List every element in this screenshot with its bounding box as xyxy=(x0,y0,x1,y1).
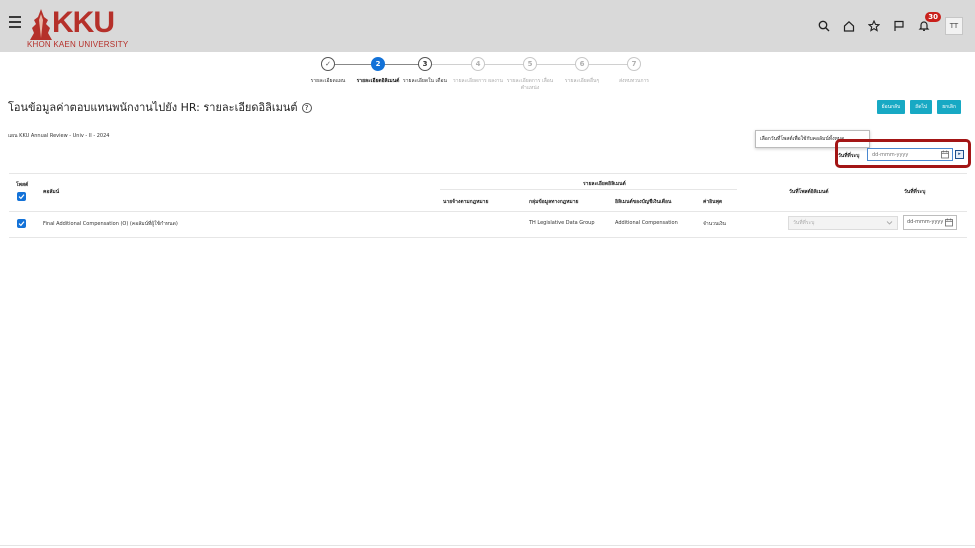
step-3-number: 3 xyxy=(418,57,432,71)
plan-info: แผน KKU Annual Review - Univ - II - 2024 xyxy=(8,132,109,140)
step-7-label: ส่งทบทวนการ xyxy=(618,78,649,84)
step-7[interactable]: 7 ส่งทบทวนการ xyxy=(604,57,664,85)
page-title: โอนข้อมูลค่าตอบแทนพนักงานไปยัง HR: รายละ… xyxy=(8,98,312,116)
logo-text: KKU xyxy=(52,6,115,39)
step-1-check-icon: ✓ xyxy=(321,57,335,71)
row-element: Additional Compensation xyxy=(615,220,678,226)
step-4-number: 4 xyxy=(471,57,485,71)
row-column-name: Final Additional Compensation (O) (คอลัม… xyxy=(43,221,178,227)
row-data-group: TH Legislative Data Group xyxy=(529,220,595,226)
step-2-number: 2 xyxy=(371,57,385,71)
plan-prefix: แผน xyxy=(8,133,18,139)
row-post-date-select[interactable]: วันที่ที่ระบุ xyxy=(788,216,898,230)
step-6[interactable]: 6 รายละเอียดอื่นๆ xyxy=(552,57,612,85)
step-5-label: รายละเอียดการ เลื่อนตำแหน่ง xyxy=(506,78,554,91)
step-6-label: รายละเอียดอื่นๆ xyxy=(564,78,600,84)
header-sub-divider xyxy=(440,189,737,190)
top-bar: KKU KHON KAEN UNIVERSITY 30 TT xyxy=(0,0,975,52)
header-element-post-date: วันที่โพสต์อิลิเมนต์ xyxy=(789,189,829,195)
chevron-down-icon xyxy=(886,221,893,225)
home-icon[interactable] xyxy=(838,15,860,37)
header-element: อิลิเมนต์ของบัญชีเงินเดือน xyxy=(615,199,672,205)
next-button[interactable]: ถัดไป xyxy=(910,100,933,114)
cancel-button[interactable]: ยกเลิก xyxy=(937,100,961,114)
footer-divider xyxy=(0,545,975,546)
header-employer: นายจ้างตามกฎหมาย xyxy=(443,199,489,205)
calendar-icon[interactable] xyxy=(941,150,950,159)
row-input-value: จำนวนเงิน xyxy=(703,221,726,227)
header-data-group: กลุ่มข้อมูลทางกฎหมาย xyxy=(529,199,579,205)
logo-subtitle: KHON KAEN UNIVERSITY xyxy=(27,40,129,49)
page-title-text: โอนข้อมูลค่าตอบแทนพนักงานไปยัง HR: รายละ… xyxy=(8,101,298,114)
step-6-number: 6 xyxy=(575,57,589,71)
header-post: โพสต์ xyxy=(16,182,29,188)
menu-icon[interactable] xyxy=(9,16,21,28)
header-element-details: รายละเอียดอิลิเมนต์ xyxy=(583,181,626,187)
kku-emblem-icon xyxy=(30,9,52,40)
notification-badge: 30 xyxy=(925,12,941,22)
kku-logo[interactable]: KKU KHON KAEN UNIVERSITY xyxy=(27,6,129,49)
header-specified-date: วันที่ที่ระบุ xyxy=(904,189,926,195)
header-actions: 30 TT xyxy=(810,12,963,37)
flag-icon[interactable] xyxy=(888,15,910,37)
step-4-label: รายละเอียดการ ผลงาน xyxy=(453,78,503,84)
progress-stepper: ✓ รายละเอียดแผน 2 รายละเอียดอิลิเมนต์ 3 … xyxy=(298,57,668,99)
search-icon[interactable] xyxy=(813,15,835,37)
row-divider xyxy=(9,237,967,238)
step-3[interactable]: 3 รายละเอียดใน เดือน xyxy=(396,57,454,85)
header-bottom-divider xyxy=(9,211,967,212)
navigation-buttons: ย้อนกลับ ถัดไป ยกเลิก xyxy=(872,100,961,114)
row-calendar-icon[interactable] xyxy=(945,218,954,227)
help-icon[interactable]: ? xyxy=(301,103,312,113)
specified-date-label: วันที่ที่ระบุ xyxy=(838,153,860,159)
step-4[interactable]: 4 รายละเอียดการ ผลงาน xyxy=(448,57,508,85)
star-icon[interactable] xyxy=(863,15,885,37)
header-column: คอลัมน์ xyxy=(43,189,60,195)
back-button[interactable]: ย้อนกลับ xyxy=(876,100,906,114)
notifications-bell-icon[interactable]: 30 xyxy=(913,12,941,37)
step-5[interactable]: 5 รายละเอียดการ เลื่อนตำแหน่ง xyxy=(500,57,560,92)
step-5-number: 5 xyxy=(523,57,537,71)
user-avatar[interactable]: TT xyxy=(945,17,963,35)
header-input-value: ค่าอินพุต xyxy=(703,199,723,205)
select-all-checkbox[interactable] xyxy=(17,192,26,201)
row-post-date-select-value: วันที่ที่ระบุ xyxy=(793,220,815,226)
apply-date-button[interactable]: ▸ xyxy=(955,150,964,159)
step-7-number: 7 xyxy=(627,57,641,71)
plan-name: KKU Annual Review - Univ - II - 2024 xyxy=(19,133,110,139)
row-post-checkbox[interactable] xyxy=(17,219,26,228)
table-divider xyxy=(9,173,967,174)
step-3-label: รายละเอียดใน เดือน xyxy=(403,78,447,84)
